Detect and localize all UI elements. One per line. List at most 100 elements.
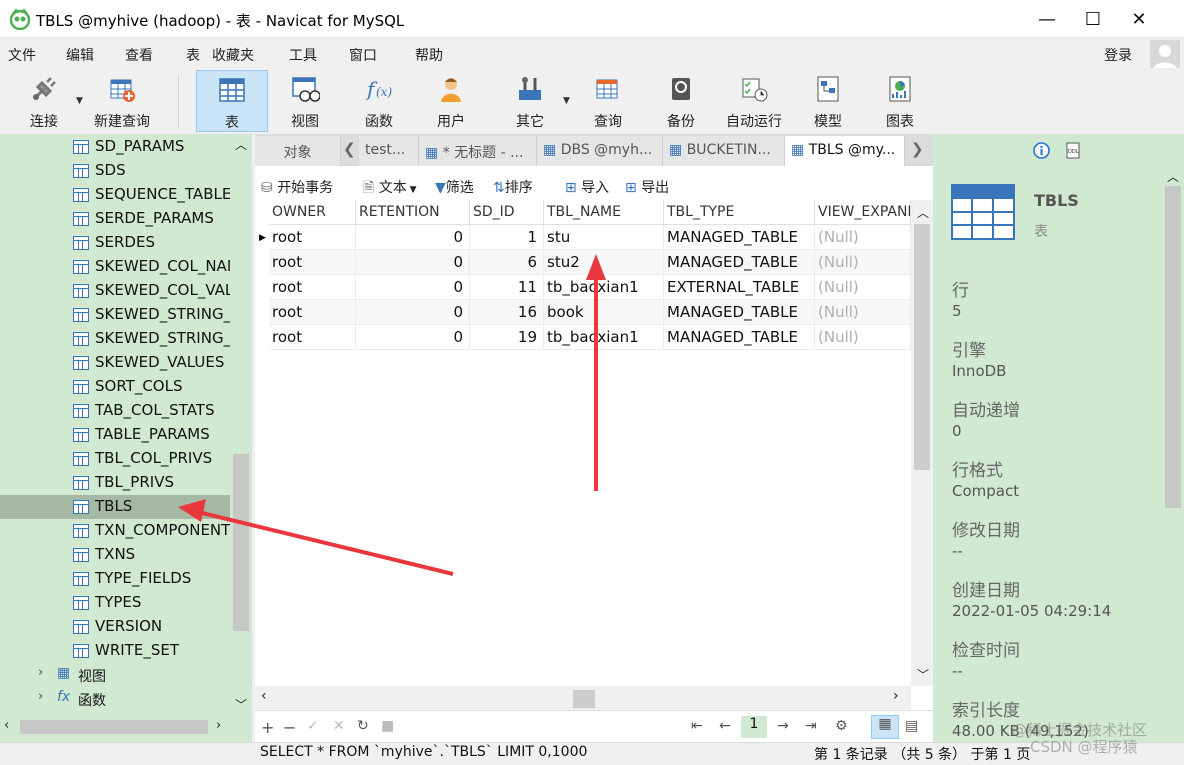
ddl-icon[interactable]: DDL xyxy=(1066,142,1080,159)
scroll-up-icon[interactable]: ︿ xyxy=(235,136,247,153)
column-header[interactable]: TBL_TYPE xyxy=(664,200,815,225)
table-cell[interactable]: 0 xyxy=(356,325,470,350)
scroll-left-icon[interactable]: ‹ xyxy=(261,688,267,704)
table-cell[interactable]: root xyxy=(269,250,356,275)
table-cell[interactable]: 0 xyxy=(356,275,470,300)
table-cell[interactable]: 0 xyxy=(356,225,470,250)
column-header[interactable]: VIEW_EXPANDED_TEXT xyxy=(815,200,911,225)
table-cell[interactable]: tb_baoxian1 xyxy=(544,275,664,300)
export-button[interactable]: ⊞ 导出 xyxy=(625,177,669,197)
tree-item-table[interactable]: SERDE_PARAMS xyxy=(0,207,230,231)
table-cell[interactable]: EXTERNAL_TABLE xyxy=(664,275,815,300)
apply-icon[interactable]: ✓ xyxy=(307,718,319,734)
close-button[interactable]: ✕ xyxy=(1116,0,1162,38)
scroll-left-icon[interactable]: ‹ xyxy=(4,718,9,733)
tab-objects[interactable]: 对象 xyxy=(255,136,341,166)
tab-scroll-right-icon[interactable]: ❯ xyxy=(911,140,924,158)
menu-edit[interactable]: 编辑 xyxy=(66,45,94,65)
tree-item-table[interactable]: TBL_PRIVS xyxy=(0,471,230,495)
grid-horizontal-scroll-thumb[interactable] xyxy=(573,690,595,708)
tab-tbls[interactable]: ▦ TBLS @my... xyxy=(785,136,905,166)
tab-bucketing[interactable]: ▦ BUCKETIN... xyxy=(663,136,785,166)
tab-test[interactable]: test... xyxy=(359,136,419,166)
sort-button[interactable]: ⇅排序 xyxy=(493,177,533,197)
menu-tools[interactable]: 工具 xyxy=(289,45,317,65)
menu-table[interactable]: 表 xyxy=(186,45,200,65)
user-tool-button[interactable]: 用户 xyxy=(418,70,484,132)
menu-file[interactable]: 文件 xyxy=(8,45,36,65)
tree-item-table[interactable]: TYPES xyxy=(0,591,230,615)
tree-item-table[interactable]: TBLS xyxy=(0,495,230,519)
menu-window[interactable]: 窗口 xyxy=(349,45,377,65)
tree-item-table[interactable]: SORT_COLS xyxy=(0,375,230,399)
tree-item-table[interactable]: SERDES xyxy=(0,231,230,255)
import-button[interactable]: ⊞ 导入 xyxy=(565,177,609,197)
table-cell[interactable]: MANAGED_TABLE xyxy=(664,225,815,250)
menu-help[interactable]: 帮助 xyxy=(415,45,443,65)
tree-group[interactable]: › fx 函数 xyxy=(0,687,230,711)
tree-item-table[interactable]: SEQUENCE_TABLE xyxy=(0,183,230,207)
table-cell[interactable]: root xyxy=(269,275,356,300)
add-record-icon[interactable]: + xyxy=(261,718,274,737)
table-cell[interactable]: book xyxy=(544,300,664,325)
table-cell[interactable]: 11 xyxy=(470,275,544,300)
connect-dropdown-icon[interactable]: ▼ xyxy=(76,96,83,106)
menu-favorites[interactable]: 收藏夹 xyxy=(212,45,254,65)
table-cell[interactable]: (Null) xyxy=(815,325,911,350)
discard-icon[interactable]: ✕ xyxy=(333,718,345,734)
tree-item-table[interactable]: TBL_COL_PRIVS xyxy=(0,447,230,471)
tree-item-table[interactable]: WRITE_SET xyxy=(0,639,230,663)
last-page-icon[interactable]: ⇥ xyxy=(805,718,817,734)
tree-item-table[interactable]: SKEWED_VALUES xyxy=(0,351,230,375)
tree-item-table[interactable]: SKEWED_STRING_LIST_VALUES xyxy=(0,327,230,351)
backup-tool-button[interactable]: 备份 xyxy=(650,70,712,132)
column-header[interactable]: OWNER xyxy=(269,200,356,225)
table-cell[interactable]: stu xyxy=(544,225,664,250)
user-avatar[interactable] xyxy=(1150,40,1180,70)
page-number-field[interactable]: 1 xyxy=(741,716,767,738)
table-cell[interactable]: (Null) xyxy=(815,275,911,300)
column-header[interactable]: SD_ID xyxy=(470,200,544,225)
other-dropdown-icon[interactable]: ▼ xyxy=(563,96,570,106)
tree-item-table[interactable]: SKEWED_COL_NAMES xyxy=(0,255,230,279)
scroll-down-icon[interactable]: ﹀ xyxy=(917,666,929,683)
table-cell[interactable]: (Null) xyxy=(815,225,911,250)
table-cell[interactable]: MANAGED_TABLE xyxy=(664,300,815,325)
tree-item-table[interactable]: VERSION xyxy=(0,615,230,639)
first-page-icon[interactable]: ⇤ xyxy=(691,718,703,734)
tree-item-table[interactable]: TABLE_PARAMS xyxy=(0,423,230,447)
tree-horizontal-scroll-thumb[interactable] xyxy=(20,720,208,734)
tree-item-table[interactable]: TAB_COL_STATS xyxy=(0,399,230,423)
text-button[interactable]: 🗎 文本 ▼ xyxy=(363,177,417,201)
stop-icon[interactable]: ■ xyxy=(381,718,394,734)
table-cell[interactable]: root xyxy=(269,325,356,350)
login-link[interactable]: 登录 xyxy=(1104,45,1132,65)
automation-tool-button[interactable]: 自动运行 xyxy=(718,70,790,132)
delete-record-icon[interactable]: − xyxy=(283,718,296,737)
column-header[interactable]: RETENTION xyxy=(356,200,470,225)
table-cell[interactable]: 1 xyxy=(470,225,544,250)
form-view-icon[interactable]: ▤ xyxy=(905,718,918,734)
grid-view-icon[interactable]: ▦ xyxy=(871,715,899,739)
tree-vertical-scroll-thumb[interactable] xyxy=(233,454,249,631)
tree-item-table[interactable]: SKEWED_STRING_LIST xyxy=(0,303,230,327)
connect-button[interactable]: 连接 xyxy=(14,70,74,132)
info-icon[interactable] xyxy=(1033,142,1050,159)
table-cell[interactable]: 19 xyxy=(470,325,544,350)
settings-gear-icon[interactable]: ⚙ xyxy=(835,718,848,734)
tree-group[interactable]: › ▦ 视图 xyxy=(0,663,230,687)
begin-transaction-button[interactable]: ⛁ 开始事务 xyxy=(261,177,333,197)
tree-item-table[interactable]: TXN_COMPONENTS xyxy=(0,519,230,543)
tab-untitled[interactable]: ▦ * 无标题 - ... xyxy=(419,136,537,166)
tab-dbs[interactable]: ▦ DBS @myh... xyxy=(537,136,663,166)
menu-view[interactable]: 查看 xyxy=(125,45,153,65)
next-page-icon[interactable]: → xyxy=(777,718,789,734)
table-tool-button[interactable]: 表 xyxy=(196,70,268,132)
model-tool-button[interactable]: 模型 xyxy=(800,70,856,132)
table-cell[interactable]: 0 xyxy=(356,250,470,275)
table-cell[interactable]: MANAGED_TABLE xyxy=(664,325,815,350)
tree-item-table[interactable]: SD_PARAMS xyxy=(0,135,230,159)
function-tool-button[interactable]: f (x) 函数 xyxy=(344,70,414,132)
table-cell[interactable]: (Null) xyxy=(815,300,911,325)
maximize-button[interactable]: ☐ xyxy=(1070,0,1116,38)
